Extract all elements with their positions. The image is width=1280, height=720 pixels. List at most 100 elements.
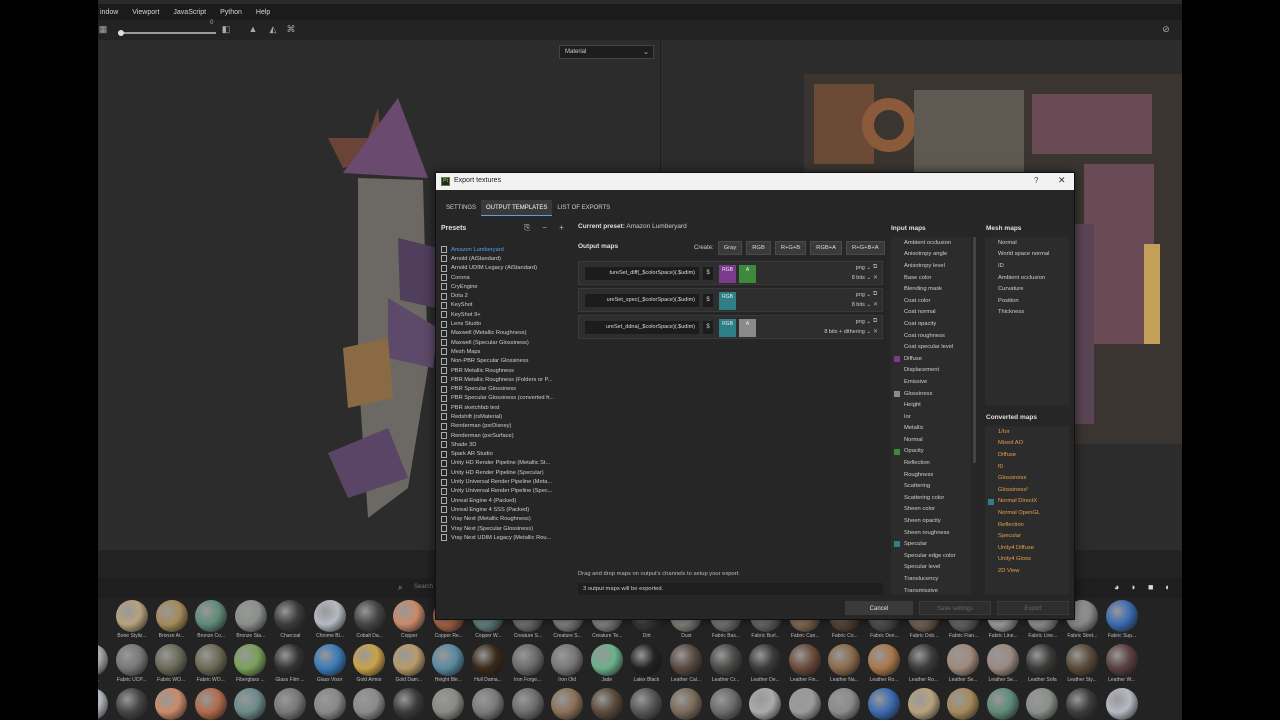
material-thumbnail[interactable] bbox=[868, 644, 900, 676]
format-select[interactable]: png ⌄ bbox=[841, 292, 871, 298]
input-map-item[interactable]: Anisotropy level bbox=[891, 260, 971, 272]
close-button[interactable]: ✕ bbox=[1058, 175, 1066, 186]
material-thumbnail[interactable] bbox=[788, 644, 821, 676]
preset-item[interactable]: Unity Universal Render Pipeline (Spec... bbox=[441, 487, 571, 496]
copy-icon[interactable]: ⧉ bbox=[873, 264, 877, 271]
preset-item[interactable]: Unity HD Render Pipeline (Specular) bbox=[441, 468, 571, 477]
tab-list-of-exports[interactable]: LIST OF EXPORTS bbox=[552, 200, 615, 216]
preset-item[interactable]: Arnold UDIM Legacy (AiStandard) bbox=[441, 264, 571, 273]
material-thumbnail[interactable] bbox=[155, 600, 188, 632]
material-thumbnail[interactable] bbox=[432, 644, 465, 676]
material-thumbnail[interactable] bbox=[709, 644, 742, 676]
material-thumbnail[interactable] bbox=[788, 688, 821, 720]
material-thumbnail[interactable] bbox=[947, 688, 980, 720]
material-thumbnail[interactable] bbox=[749, 644, 782, 676]
input-map-item[interactable]: Diffuse bbox=[891, 353, 971, 365]
material-thumbnail[interactable] bbox=[353, 644, 386, 676]
material-thumbnail[interactable] bbox=[313, 644, 346, 676]
channel-alpha[interactable]: A bbox=[739, 265, 756, 283]
create-r-g-b-button[interactable]: R+G+B bbox=[774, 241, 807, 255]
material-thumbnail[interactable] bbox=[551, 688, 584, 720]
preset-item[interactable]: Unreal Engine 4 SSS (Packed) bbox=[441, 505, 571, 514]
material-thumbnail[interactable] bbox=[393, 600, 426, 632]
material-select[interactable]: Material ⌄ bbox=[559, 45, 654, 59]
material-thumbnail[interactable] bbox=[828, 688, 861, 720]
preset-item[interactable]: Vray Next (Metallic Roughness) bbox=[441, 515, 571, 524]
input-map-item[interactable]: Scattering color bbox=[891, 492, 971, 504]
preset-item[interactable]: PBR Metallic Roughness (Folders or P... bbox=[441, 375, 571, 384]
material-thumbnail[interactable] bbox=[511, 644, 544, 676]
variable-button[interactable]: $ bbox=[703, 294, 713, 307]
preset-item[interactable]: Shade 3D bbox=[441, 440, 571, 449]
import-preset-icon[interactable]: ⎘ bbox=[524, 223, 530, 233]
material-thumbnail[interactable] bbox=[1066, 644, 1098, 676]
converted-map-item[interactable]: f0 bbox=[985, 461, 1069, 473]
input-map-item[interactable]: Specular level bbox=[891, 562, 971, 574]
output-filename-input[interactable]: tureSet_diff(_$colorSpace)(.$udim) bbox=[585, 267, 699, 280]
material-thumbnail[interactable] bbox=[1106, 600, 1138, 632]
remove-map-icon[interactable]: ✕ bbox=[873, 301, 878, 308]
mesh-map-item[interactable]: Curvature bbox=[985, 283, 1069, 295]
grid-icon[interactable]: ▦ bbox=[98, 24, 108, 34]
material-thumbnail[interactable] bbox=[709, 688, 742, 720]
input-map-item[interactable]: Coat normal bbox=[891, 307, 971, 319]
material-thumbnail[interactable] bbox=[98, 644, 108, 676]
converted-map-item[interactable]: Unity4 Diffuse bbox=[985, 542, 1069, 554]
preset-item[interactable]: Unity HD Render Pipeline (Metallic St... bbox=[441, 459, 571, 468]
input-map-item[interactable]: Coat opacity bbox=[891, 318, 971, 330]
material-thumbnail[interactable] bbox=[630, 688, 663, 720]
material-thumbnail[interactable] bbox=[907, 644, 940, 676]
material-thumbnail[interactable] bbox=[590, 688, 623, 720]
material-thumbnail[interactable] bbox=[274, 600, 307, 632]
converted-map-item[interactable]: Normal DirectX bbox=[985, 496, 1069, 508]
mesh-map-item[interactable]: ID bbox=[985, 260, 1069, 272]
mesh-map-item[interactable]: World space normal bbox=[985, 249, 1069, 261]
material-thumbnail[interactable] bbox=[947, 644, 980, 676]
input-map-item[interactable]: Height bbox=[891, 399, 971, 411]
material-thumbnail[interactable] bbox=[551, 644, 584, 676]
input-map-item[interactable]: Blending mask bbox=[891, 283, 971, 295]
menu-help[interactable]: Help bbox=[256, 9, 270, 16]
material-thumbnail[interactable] bbox=[670, 688, 702, 720]
material-thumbnail[interactable] bbox=[907, 688, 940, 720]
converted-map-item[interactable]: Mixed AO bbox=[985, 438, 1069, 450]
mesh-map-item[interactable]: Normal bbox=[985, 237, 1069, 249]
preset-item[interactable]: Maxwell (Metallic Roughness) bbox=[441, 329, 571, 338]
input-map-item[interactable]: Specular edge color bbox=[891, 550, 971, 562]
material-thumbnail[interactable] bbox=[98, 688, 108, 720]
converted-map-item[interactable]: Reflection bbox=[985, 519, 1069, 531]
preset-item[interactable]: PBR sketchfab test bbox=[441, 403, 571, 412]
material-thumbnail[interactable] bbox=[986, 644, 1019, 676]
input-map-item[interactable]: Base color bbox=[891, 272, 971, 284]
input-map-item[interactable]: Anisotropy angle bbox=[891, 249, 971, 261]
input-maps-scrollbar[interactable] bbox=[973, 237, 976, 463]
camera-icon[interactable]: ▲ bbox=[248, 24, 258, 34]
filter-sphere-icon[interactable]: ◕ bbox=[1114, 582, 1119, 592]
preset-item[interactable]: PBR Metallic Roughness bbox=[441, 366, 571, 375]
material-thumbnail[interactable] bbox=[670, 644, 702, 676]
input-map-item[interactable]: Displacement bbox=[891, 365, 971, 377]
material-thumbnail[interactable] bbox=[392, 688, 425, 720]
converted-map-item[interactable]: Diffuse bbox=[985, 449, 1069, 461]
variable-button[interactable]: $ bbox=[703, 267, 713, 280]
slider-knob[interactable] bbox=[118, 30, 124, 36]
material-thumbnail[interactable] bbox=[234, 644, 267, 676]
converted-map-item[interactable]: Unity4 Gloss bbox=[985, 554, 1069, 566]
input-map-item[interactable]: Coat color bbox=[891, 295, 971, 307]
preset-item[interactable]: Non-PBR Specular Glossiness bbox=[441, 357, 571, 366]
channel-alpha[interactable]: A bbox=[739, 319, 756, 337]
converted-map-item[interactable]: Glossiness bbox=[985, 472, 1069, 484]
export-button[interactable]: Export bbox=[997, 601, 1069, 615]
output-filename-input[interactable]: ureSet_ddna(_$colorSpace)(.$udim) bbox=[585, 321, 699, 334]
output-map-row[interactable]: ureSet_ddna(_$colorSpace)(.$udim) $ RGB … bbox=[578, 315, 883, 339]
input-map-item[interactable]: Sheen color bbox=[891, 504, 971, 516]
format-select[interactable]: png ⌄ bbox=[841, 319, 871, 325]
material-thumbnail[interactable] bbox=[1026, 644, 1059, 676]
preset-item[interactable]: KeyShot bbox=[441, 301, 571, 310]
mesh-icon[interactable]: ◭ bbox=[268, 24, 278, 34]
output-filename-input[interactable]: ureSet_spec(_$colorSpace)(.$udim) bbox=[585, 294, 699, 307]
material-thumbnail[interactable] bbox=[1105, 688, 1138, 720]
input-map-item[interactable]: Ambient occlusion bbox=[891, 237, 971, 249]
input-map-item[interactable]: Roughness bbox=[891, 469, 971, 481]
shelf-search-input[interactable]: Search bbox=[414, 584, 433, 590]
